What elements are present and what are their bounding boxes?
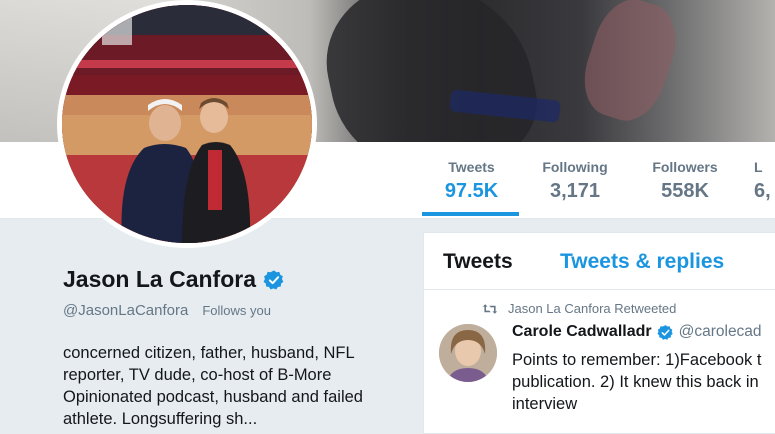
retweet-icon: [482, 303, 498, 314]
profile-handle-row: @JasonLaCanfora Follows you: [63, 302, 275, 319]
tweet-author-name[interactable]: Carole Cadwalladr: [512, 323, 652, 341]
bio-line: concerned citizen, father, husband, NFL: [63, 344, 355, 362]
tweet-text: Points to remember: 1)Facebook t publica…: [512, 349, 775, 415]
profile-bio: concerned citizen, father, husband, NFL …: [63, 342, 413, 430]
stat-followers[interactable]: Followers 558K: [640, 158, 730, 204]
follows-you-badge: Follows you: [202, 303, 271, 318]
stat-likes-value: 6,: [754, 180, 771, 202]
avatar-photo: [62, 5, 312, 243]
bio-line: athlete. Longsuffering sh...: [63, 410, 258, 428]
tweet-avatar-photo: [439, 324, 497, 382]
stat-likes[interactable]: L 6,: [754, 158, 775, 204]
stat-tweets-value: 97.5K: [444, 180, 499, 202]
timeline: Tweets Tweets & replies Jason La Canfora…: [423, 232, 775, 434]
profile-name: Jason La Canfora: [63, 266, 256, 292]
tweet-author-handle[interactable]: @carolecad: [679, 323, 762, 341]
tab-tweets[interactable]: Tweets: [443, 250, 513, 274]
stat-following-value: 3,171: [549, 180, 601, 202]
active-tab-underline: [422, 212, 519, 216]
tweet-text-line: interview: [512, 395, 578, 413]
profile-name-row: Jason La Canfora: [63, 266, 285, 293]
tweet-author-avatar[interactable]: [439, 324, 497, 382]
retweet-context: Jason La Canfora Retweeted: [482, 301, 676, 316]
tweet-text-line: Points to remember: 1)Facebook t: [512, 351, 762, 369]
profile-avatar[interactable]: [57, 0, 317, 248]
stat-following[interactable]: Following 3,171: [530, 158, 620, 204]
tweet-text-line: publication. 2) It knew this back in: [512, 373, 759, 391]
stat-followers-label: Followers: [652, 159, 718, 175]
stat-followers-value: 558K: [661, 180, 709, 202]
bio-line: reporter, TV dude, co-host of B-More: [63, 366, 332, 384]
tweet-header: Carole Cadwalladr @carolecad: [512, 323, 762, 341]
bio-line: Opinionated podcast, husband and failed: [63, 388, 363, 406]
tab-tweets-and-replies[interactable]: Tweets & replies: [560, 250, 724, 274]
verified-badge-icon: [263, 269, 284, 289]
stat-tweets-label: Tweets: [448, 159, 495, 175]
timeline-tabs: Tweets Tweets & replies: [424, 233, 775, 290]
stat-tweets[interactable]: Tweets 97.5K: [424, 158, 519, 204]
profile-handle[interactable]: @JasonLaCanfora: [63, 302, 188, 319]
stat-likes-label: L: [754, 159, 763, 175]
verified-badge-icon: [657, 324, 673, 340]
stat-following-label: Following: [542, 159, 608, 175]
retweet-context-label[interactable]: Jason La Canfora Retweeted: [508, 301, 676, 316]
